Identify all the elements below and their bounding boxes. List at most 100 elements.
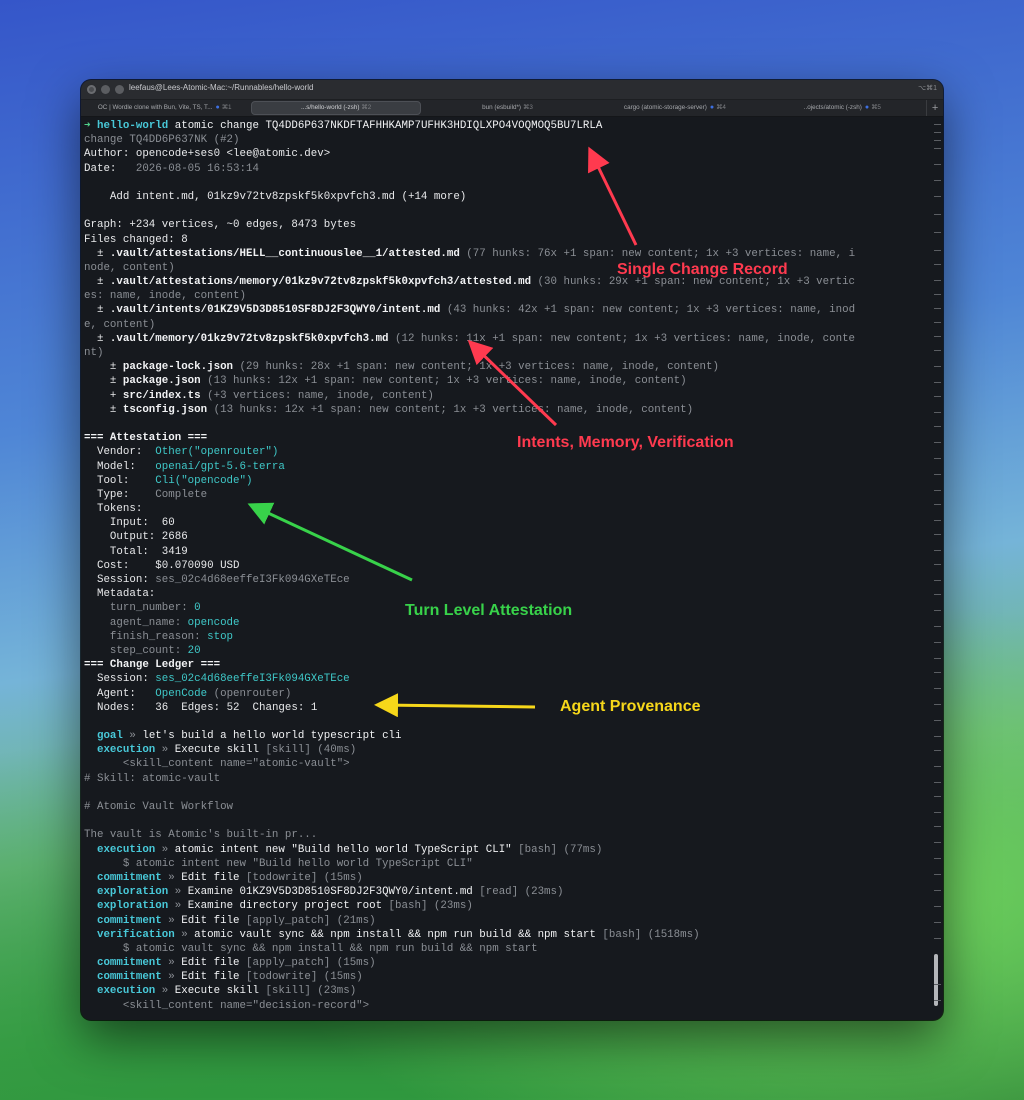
- graph-line: Graph: +234 vertices, ~0 edges, 8473 byt…: [84, 219, 357, 232]
- scroll-marker: [934, 826, 941, 827]
- event-detail: <skill_content name="decision-record">: [84, 999, 370, 1012]
- tool-line: Tool: Cli("opencode"): [84, 474, 253, 487]
- scroll-marker: [934, 366, 941, 367]
- scroll-marker: [934, 626, 941, 627]
- blank: [84, 417, 931, 431]
- scroll-marker: [934, 336, 941, 337]
- tab-5[interactable]: ..ojects/atomic (-zsh) ● ⌘5: [759, 100, 926, 116]
- event-execution: execution » Execute skill [skill] (40ms): [84, 744, 357, 757]
- tab-shortcut: ⌘3: [523, 104, 533, 111]
- scroll-marker: [934, 132, 941, 133]
- scroll-marker: [934, 736, 941, 737]
- model-line: Model: openai/gpt-5.6-terra: [84, 460, 285, 473]
- scroll-marker: [934, 196, 941, 197]
- scroll-marker: [934, 594, 941, 595]
- scroll-marker: [934, 214, 941, 215]
- scroll-marker: [934, 294, 941, 295]
- event-execution: execution » Execute skill [skill] (23ms): [84, 985, 357, 998]
- scroll-marker: [934, 232, 941, 233]
- scroll-marker: [934, 534, 941, 535]
- ledger-counts-line: Nodes: 36 Edges: 52 Changes: 1: [84, 701, 318, 714]
- annotation-intents-memory-verification: Intents, Memory, Verification: [517, 434, 734, 451]
- change-id-line: change TQ4DD6P637NK (#2): [84, 134, 240, 147]
- new-tab-button[interactable]: +: [926, 100, 943, 116]
- annotation-turn-level-attestation: Turn Level Attestation: [405, 602, 573, 619]
- scroll-marker: [934, 672, 941, 673]
- file-row: ± package-lock.json (29 hunks: 28x +1 sp…: [84, 361, 719, 374]
- minimize-button[interactable]: [101, 85, 110, 94]
- scroll-marker: [934, 874, 941, 875]
- scroll-marker: [934, 280, 941, 281]
- event-detail: <skill_content name="atomic-vault">: [84, 758, 350, 771]
- scroll-marker: [934, 322, 941, 323]
- event-detail: [84, 814, 931, 828]
- event-detail: # Atomic Vault Workflow: [84, 801, 234, 813]
- tab-1[interactable]: OC | Wordle clone with Bun, Vite, TS, T.…: [81, 100, 248, 116]
- file-row: ± package.json (13 hunks: 12x +1 span: n…: [84, 375, 687, 388]
- scroll-marker: [934, 350, 941, 351]
- close-button[interactable]: [87, 85, 96, 94]
- tab-3[interactable]: bun (esbuild*) ⌘3: [424, 100, 591, 116]
- scroll-marker: [934, 750, 941, 751]
- activity-dot-icon: ●: [709, 104, 715, 111]
- zoom-button[interactable]: [115, 85, 124, 94]
- file-row: ± .vault/attestations/memory/01kz9v72tv8…: [84, 276, 856, 289]
- annotation-agent-provenance: Agent Provenance: [560, 698, 701, 715]
- scroll-marker: [934, 766, 941, 767]
- author-line: Author: opencode+ses0 <lee@atomic.dev>: [84, 148, 331, 161]
- tab-4[interactable]: cargo (atomic-storage-server) ● ⌘4: [591, 100, 758, 116]
- scroll-marker: [934, 308, 941, 309]
- session-line: Session: ses_02c4d68eeffeI3Fk094GXeTEce: [84, 574, 350, 586]
- event-detail: # Skill: atomic-vault: [84, 772, 221, 785]
- prompt-line: ➜ hello-world atomic change TQ4DD6P637NK…: [84, 120, 603, 132]
- scroll-marker: [934, 842, 941, 843]
- scroll-marker: [934, 124, 941, 125]
- vendor-line: Vendor: Other("openrouter"): [84, 446, 279, 459]
- scroll-marker: [934, 1000, 941, 1001]
- scrollbar-thumb[interactable]: [934, 954, 938, 1006]
- scroll-marker: [934, 264, 941, 265]
- activity-dot-icon: ●: [864, 104, 870, 111]
- ledger-agent-line: Agent: OpenCode (openrouter): [84, 687, 292, 700]
- scroll-marker: [934, 140, 941, 141]
- terminal-window: leefaus@Lees-Atomic-Mac:~/Runnables/hell…: [81, 80, 943, 1020]
- total-line: Total: 3419: [84, 545, 188, 558]
- scroll-marker: [934, 796, 941, 797]
- scroll-marker: [934, 396, 941, 397]
- event-detail: [84, 786, 931, 800]
- tab-label: OC | Wordle clone with Bun, Vite, TS, T.…: [97, 104, 213, 111]
- blank: [84, 176, 931, 190]
- scroll-marker: [934, 938, 941, 939]
- event-commitment: commitment » Edit file [todowrite] (15ms…: [84, 971, 363, 984]
- metadata-line: Metadata:: [84, 588, 156, 601]
- tokens-line: Tokens:: [84, 503, 143, 516]
- input-line: Input: 60: [84, 517, 175, 530]
- file-row: ± .vault/attestations/HELL__continuousle…: [84, 247, 856, 260]
- scroll-marker: [934, 858, 941, 859]
- scroll-marker: [934, 426, 941, 427]
- scroll-marker: [934, 382, 941, 383]
- scroll-marker: [934, 688, 941, 689]
- title-bar: leefaus@Lees-Atomic-Mac:~/Runnables/hell…: [81, 80, 943, 100]
- scroll-marker: [934, 890, 941, 891]
- scroll-marker: [934, 458, 941, 459]
- finish-reason-line: finish_reason: stop: [84, 630, 234, 643]
- scroll-marker: [934, 984, 941, 985]
- tab-2[interactable]: ...s/hello-world (-zsh) ⌘2: [251, 101, 421, 115]
- event-commitment: commitment » Edit file [apply_patch] (21…: [84, 914, 376, 927]
- event-detail: $ atomic vault sync && npm install && np…: [84, 942, 538, 955]
- step-count-line: step_count: 20: [84, 644, 201, 657]
- scrollbar[interactable]: [933, 124, 941, 1012]
- output-line: Output: 2686: [84, 531, 188, 544]
- scroll-marker: [934, 474, 941, 475]
- terminal-output[interactable]: ➜ hello-world atomic change TQ4DD6P637NK…: [84, 119, 931, 1020]
- ledger-header: === Change Ledger ===: [84, 659, 221, 672]
- scroll-marker: [934, 520, 941, 521]
- file-row: ± tsconfig.json (13 hunks: 12x +1 span: …: [84, 403, 694, 416]
- ledger-session-line: Session: ses_02c4d68eeffeI3Fk094GXeTEce: [84, 673, 350, 686]
- message-line: Add intent.md, 01kz9v72tv8zpskf5k0xpvfch…: [84, 190, 467, 203]
- scroll-marker: [934, 550, 941, 551]
- type-line: Type: Complete: [84, 488, 208, 501]
- blank: [84, 204, 931, 218]
- scroll-marker: [934, 148, 941, 149]
